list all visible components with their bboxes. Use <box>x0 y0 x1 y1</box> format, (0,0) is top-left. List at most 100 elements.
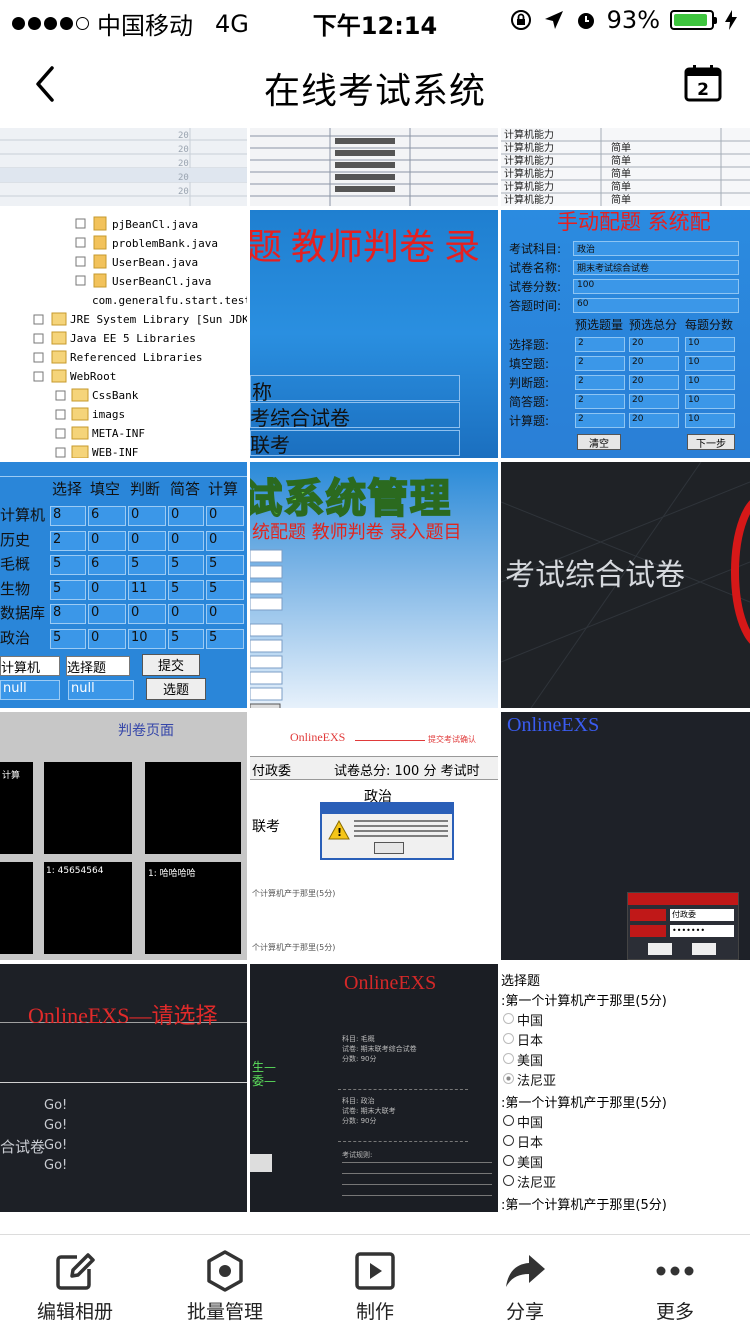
calendar-icon[interactable]: 2 <box>684 64 722 102</box>
edit-icon <box>56 1253 95 1290</box>
option-label: 法尼亚 <box>517 1176 557 1191</box>
option-label: 中国 <box>517 1116 544 1131</box>
tile-15-q: :第一个计算机产于那里(5分) <box>501 994 667 1009</box>
svg-text:计算机能力: 计算机能力 <box>504 141 554 154</box>
svg-text:简单: 简单 <box>611 193 631 206</box>
login-box: 付政委 ••••••• <box>627 892 739 960</box>
batch-manage-button[interactable]: 批量管理 <box>150 1235 300 1334</box>
tile-5-box1 <box>250 375 460 401</box>
config-row-label: 计算题: <box>509 414 550 428</box>
tile-8-form <box>250 549 283 708</box>
tile-13-rule <box>0 1082 247 1083</box>
tile-11-logo: OnlineEXS <box>290 730 346 744</box>
info-line: 试卷: 期末大联考 <box>342 1107 396 1115</box>
null-field: null <box>68 680 134 700</box>
play-icon <box>355 1252 395 1290</box>
info-line: 分数: 90分 <box>342 1117 377 1125</box>
photo-tile-11[interactable]: OnlineEXS 提交考试确认 付政委 试卷总分: 100 分 考试时 政治 … <box>250 712 498 960</box>
form-value: 100 <box>573 279 739 294</box>
option-label: 中国 <box>517 1014 544 1029</box>
config-header: 预选题量 <box>575 318 624 332</box>
photo-tile-14[interactable]: OnlineEXS 生— 委— 科目: 毛概 试卷: 期末联考综合试卷 分数: … <box>250 964 498 1212</box>
status-bar: 中国移动 4G 下午12:14 93% <box>0 0 750 40</box>
share-icon <box>506 1255 545 1287</box>
config-cell: 20 <box>629 337 679 352</box>
info-line: 分数: 90分 <box>342 1055 377 1063</box>
tool-label: 编辑相册 <box>36 1301 113 1323</box>
tile-13-go: Go! <box>44 1158 68 1173</box>
tile-13-go: Go! <box>44 1098 68 1113</box>
photo-tile-12[interactable]: OnlineEXS 付政委 ••••••• <box>501 712 750 960</box>
subject-select: 计算机 <box>0 656 60 676</box>
svg-text:20: 20 <box>178 145 189 155</box>
alarm-icon <box>577 13 594 29</box>
form-value: 60 <box>573 298 739 313</box>
tile-10-sub: 计算 <box>2 771 21 781</box>
svg-text:计算机能力: 计算机能力 <box>504 167 554 180</box>
config-cell: 10 <box>685 375 735 390</box>
share-button[interactable]: 分享 <box>450 1235 600 1334</box>
svg-text:计算机能力: 计算机能力 <box>504 128 554 141</box>
form-value: 期末考试综合试卷 <box>573 260 739 275</box>
tile-13-title: OnlineEXS—请选择 <box>28 1003 218 1028</box>
photo-tile-13[interactable]: OnlineEXS—请选择 Go! Go! 合试卷 Go! Go! <box>0 964 247 1212</box>
tile-11-q1: 个计算机产于那里(5分) <box>252 889 336 898</box>
tool-label: 分享 <box>505 1301 544 1323</box>
tile-11-sub: 提交考试确认 <box>428 735 476 744</box>
form-value: 政治 <box>573 241 739 256</box>
tile-2-table <box>250 128 498 206</box>
photo-tile-5[interactable]: 题 教师判卷 录 称 考综合试卷 联考 <box>250 210 498 458</box>
photo-tile-15[interactable]: 选择题 :第一个计算机产于那里(5分) :第一个计算机产于那里(5分) :第一个… <box>501 964 750 1212</box>
svg-text:!: ! <box>337 826 342 839</box>
photo-tile-1[interactable]: 20 20 20 20 20 <box>0 128 247 206</box>
photo-tile-3[interactable]: 计算机能力 计算机能力 计算机能力 计算机能力 计算机能力 计算机能力 简单 简单 简单 简单简… <box>501 128 750 206</box>
svg-text:简单: 简单 <box>611 167 631 180</box>
option-label: 美国 <box>517 1054 544 1069</box>
photo-tile-7[interactable]: 选择 填空 判断 简答 计算 计算机 8 6 0 0 0 历史 2 0 0 0 0 毛概 5 6 5 5 5 生物 5 0 11 5 5… <box>0 462 247 708</box>
clear-button: 清空 <box>577 434 621 450</box>
tile-10-pane <box>44 762 132 854</box>
form-label: 试卷名称: <box>509 261 562 275</box>
tile-1-table: 20 20 20 20 20 <box>0 128 247 206</box>
tile-5-line2: 考综合试卷 <box>250 406 350 430</box>
tile-15-q: :第一个计算机产于那里(5分) <box>501 1096 667 1111</box>
option-label: 美国 <box>517 1156 544 1171</box>
option-label: 日本 <box>517 1034 544 1049</box>
tile-10-title: 判卷页面 <box>118 723 174 739</box>
photo-tile-10[interactable]: 判卷页面 计算 1: 45654564 1: 哈哈哈哈 <box>0 712 247 960</box>
rotation-lock-icon <box>510 10 531 30</box>
tile-3-table: 计算机能力计算机能力计算机能力计算机能力计算机能力计算机能力 简单简单简单简单简… <box>501 128 750 206</box>
config-cell: 20 <box>629 394 679 409</box>
tile-13-label: 合试卷 <box>0 1138 46 1156</box>
tile-14-rules-lines <box>342 1162 492 1206</box>
table-grid <box>0 476 247 651</box>
photo-tile-9[interactable]: 考试综合试卷 <box>501 462 750 708</box>
photo-tile-6[interactable]: 手动配题 系统配 考试科目: 政治 试卷名称: 期末考试综合试卷 试卷分数: 100 答题时… <box>501 210 750 458</box>
alert-text <box>354 820 448 838</box>
warning-icon: ! <box>328 820 350 840</box>
photo-tile-4[interactable]: pjBeanCl.java problemBank.java UserBean.… <box>0 210 247 458</box>
next-button: 下一步 <box>687 434 735 450</box>
bottom-toolbar: 编辑相册 批量管理 制作 分享 更多 <box>0 1234 750 1334</box>
page-title: 在线考试系统 <box>263 71 486 112</box>
reset-button <box>648 943 672 955</box>
make-button[interactable]: 制作 <box>300 1235 450 1334</box>
photo-tile-8[interactable]: 试系统管理 统配题 教师判卷 录入题目 <box>250 462 498 708</box>
config-header: 预选总分 <box>629 318 678 332</box>
svg-text:简单: 简单 <box>611 141 631 154</box>
svg-text:简单: 简单 <box>611 154 631 167</box>
config-cell: 2 <box>575 337 625 352</box>
more-button[interactable]: 更多 <box>600 1235 750 1334</box>
config-cell: 20 <box>629 356 679 371</box>
nav-bar: 在线考试系统 2 <box>0 40 750 128</box>
tile-5-line1: 称 <box>252 380 272 404</box>
status-right: 93% <box>509 6 738 34</box>
more-icon <box>656 1266 694 1276</box>
tile-10-val1: 1: 45654564 <box>46 866 104 876</box>
null-field: null <box>0 680 60 700</box>
photo-tile-2[interactable] <box>250 128 498 206</box>
alert-dialog: ! <box>320 802 454 860</box>
edit-album-button[interactable]: 编辑相册 <box>0 1235 150 1334</box>
tile-12-logo: OnlineEXS <box>507 714 600 736</box>
tool-label: 更多 <box>655 1301 694 1323</box>
